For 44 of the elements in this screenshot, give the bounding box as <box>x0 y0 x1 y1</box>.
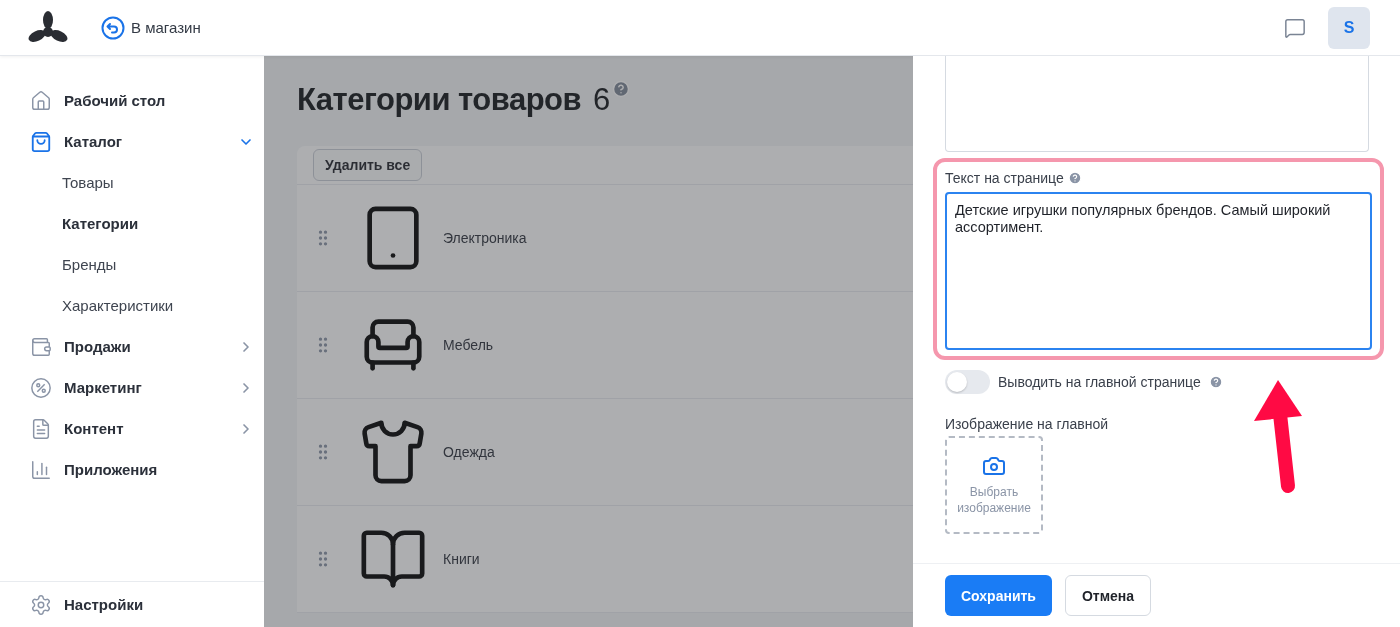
nav-label: Рабочий стол <box>64 92 167 109</box>
nav-label: Маркетинг <box>64 379 143 396</box>
nav-label: Продажи <box>64 338 132 355</box>
delete-all-button[interactable]: Удалить все <box>313 149 423 181</box>
nav-label: Приложения <box>64 461 159 478</box>
field-label: Изображение на главной <box>945 416 1110 432</box>
nav-item[interactable]: Маркетинг <box>0 367 264 408</box>
nav-item[interactable]: Каталог <box>0 121 264 162</box>
toggle-label: Выводить на главной странице <box>998 374 1201 390</box>
camera-icon <box>982 454 1006 478</box>
nav-label: Контент <box>64 420 125 437</box>
nav-item[interactable]: Продажи <box>0 326 264 367</box>
field-label: Текст на странице <box>945 170 1064 186</box>
logo-icon <box>28 10 68 45</box>
category-row[interactable]: Электроника <box>297 185 913 292</box>
settings-icon <box>30 593 52 616</box>
save-button[interactable]: Сохранить <box>945 575 1052 616</box>
category-name: Одежда <box>443 444 495 460</box>
category-count: 6 <box>593 81 611 119</box>
category-row[interactable]: Книги <box>297 506 913 613</box>
nav-item[interactable]: Рабочий стол <box>0 80 264 121</box>
category-name: Мебель <box>443 337 494 353</box>
nav-subitem[interactable]: Категории <box>0 203 264 244</box>
category-name: Электроника <box>443 230 527 246</box>
category-row[interactable]: Мебель <box>297 292 913 399</box>
page-title: Категории товаров <box>297 81 582 119</box>
help-icon[interactable] <box>612 80 631 98</box>
messages-button[interactable] <box>1284 16 1306 39</box>
cancel-button[interactable]: Отмена <box>1064 575 1152 616</box>
help-icon[interactable] <box>1208 375 1223 389</box>
nav-subitem[interactable]: Характеристики <box>0 285 264 326</box>
category-name: Книги <box>443 551 480 567</box>
help-icon[interactable] <box>1067 171 1082 185</box>
category-row[interactable]: Одежда <box>297 399 913 506</box>
nav-label: Настройки <box>64 596 145 613</box>
back-to-store-link[interactable]: В магазин <box>101 15 201 40</box>
nav-subitem[interactable]: Товары <box>0 162 264 203</box>
nav-item[interactable]: Контент <box>0 408 264 449</box>
nav-subitem[interactable]: Бренды <box>0 244 264 285</box>
page-text-area[interactable]: Детские игрушки популярных брендов. Самый широкий ассортимент. <box>945 192 1372 350</box>
nav-label: Каталог <box>64 133 124 150</box>
user-avatar[interactable]: S <box>1328 6 1370 49</box>
nav-item[interactable]: Приложения <box>0 449 264 490</box>
toggle-switch[interactable] <box>945 370 990 394</box>
